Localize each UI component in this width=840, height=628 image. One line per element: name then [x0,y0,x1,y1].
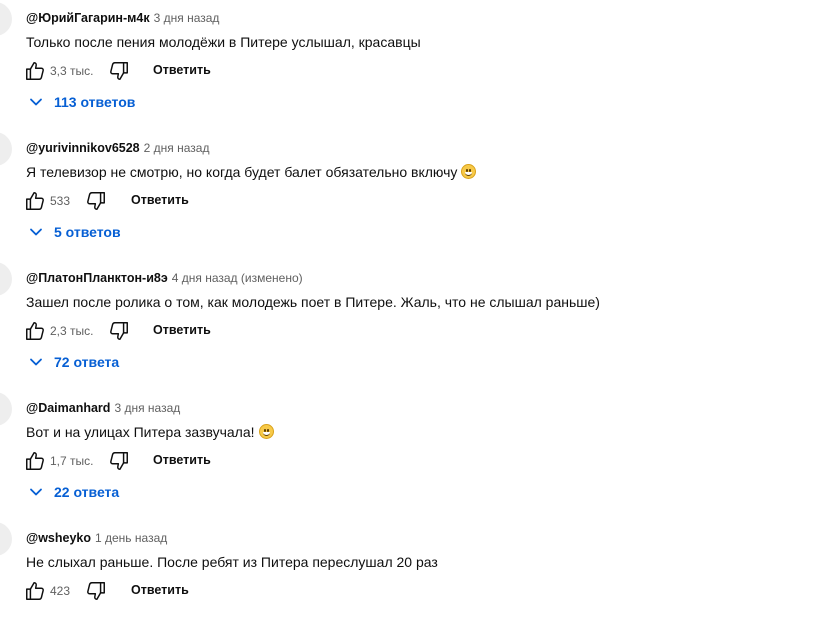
comment-text: Вот и на улицах Питера зазвучала! [26,423,274,441]
view-replies-button[interactable]: 113 ответов [28,94,135,114]
chevron-down-icon [28,94,44,110]
replies-count-label: 72 ответа [54,354,120,370]
comment-thread: @yurivinnikov6528 2 дня назад Я телевизор … [0,120,840,250]
comment-header: @ЮрийГагарин-м4к 3 дня назад [26,10,219,26]
comment-actions: 423 Ответить [24,580,224,602]
like-count: 2,3 тыс. [50,324,94,338]
thumbs-up-icon[interactable] [24,580,46,602]
reply-button[interactable]: Ответить [153,63,211,77]
comment-timestamp[interactable]: 2 дня назад [144,141,210,155]
reply-button[interactable]: Ответить [153,323,211,337]
comment-actions: 533 Ответить [24,190,224,212]
comment-author[interactable]: @ПлатонПланктон-и8э [26,271,168,285]
comment-author[interactable]: @yurivinnikov6528 [26,141,140,155]
comment-thread: @ЮрийГагарин-м4к 3 дня назад Только после … [0,0,840,120]
view-replies-button[interactable]: 5 ответов [28,224,121,244]
comment-header: @wsheyko 1 день назад [26,530,167,546]
comment-text-content: Вот и на улицах Питера зазвучала! [26,424,255,440]
comment-text-content: Только после пения молодёжи в Питере усл… [26,34,421,50]
grinning-face-icon [258,424,274,439]
thumbs-down-icon[interactable] [85,190,107,212]
thumbs-down-icon[interactable] [108,450,130,472]
comment-text-content: Не слыхал раньше. После ребят из Питера … [26,554,438,570]
comment-author[interactable]: @ЮрийГагарин-м4к [26,11,150,25]
comment-thread: @wsheyko 1 день назад Не слыхал раньше. По… [0,510,840,628]
comments-section: @ЮрийГагарин-м4к 3 дня назад Только после … [0,0,840,628]
replies-count-label: 22 ответа [54,484,120,500]
comment-header: @Daimanhard 3 дня назад [26,400,180,416]
like-count: 3,3 тыс. [50,64,94,78]
comment-thread: @ПлатонПланктон-и8э 4 дня назад (изменено… [0,250,840,380]
thumbs-up-icon[interactable] [24,190,46,212]
comment-header: @ПлатонПланктон-и8э 4 дня назад (изменено… [26,270,303,286]
thumbs-up-icon[interactable] [24,450,46,472]
thumbs-down-icon[interactable] [108,320,130,342]
chevron-down-icon [28,484,44,500]
comment-text: Я телевизор не смотрю, но когда будет ба… [26,163,477,181]
view-replies-button[interactable]: 22 ответа [28,484,119,504]
comment-text-content: Я телевизор не смотрю, но когда будет ба… [26,164,458,180]
comment-author[interactable]: @wsheyko [26,531,91,545]
comment-text-content: Зашел после ролика о том, как молодежь п… [26,294,600,310]
replies-count-label: 5 ответов [54,224,121,240]
avatar[interactable] [0,262,12,296]
avatar[interactable] [0,2,12,36]
comment-timestamp[interactable]: 3 дня назад [114,401,180,415]
thumbs-down-icon[interactable] [85,580,107,602]
avatar[interactable] [0,132,12,166]
replies-count-label: 113 ответов [54,94,136,110]
comment-actions: 3,3 тыс. Ответить [24,60,224,82]
reply-button[interactable]: Ответить [131,193,189,207]
chevron-down-icon [28,224,44,240]
view-replies-button[interactable]: 72 ответа [28,354,119,374]
like-count: 533 [50,194,71,208]
comment-text: Только после пения молодёжи в Питере усл… [26,33,421,51]
comment-timestamp[interactable]: 1 день назад [95,531,167,545]
like-count: 423 [50,584,71,598]
chevron-down-icon [28,354,44,370]
comment-header: @yurivinnikov6528 2 дня назад [26,140,209,156]
reply-button[interactable]: Ответить [131,583,189,597]
comment-actions: 2,3 тыс. Ответить [24,320,224,342]
thumbs-up-icon[interactable] [24,60,46,82]
comment-text: Зашел после ролика о том, как молодежь п… [26,293,600,311]
comment-timestamp[interactable]: 3 дня назад [154,11,220,25]
comment-author[interactable]: @Daimanhard [26,401,110,415]
comment-thread: @Daimanhard 3 дня назад Вот и на улицах Пи… [0,380,840,510]
thumbs-up-icon[interactable] [24,320,46,342]
reply-button[interactable]: Ответить [153,453,211,467]
thumbs-down-icon[interactable] [108,60,130,82]
like-count: 1,7 тыс. [50,454,94,468]
comment-actions: 1,7 тыс. Ответить [24,450,224,472]
comment-text: Не слыхал раньше. После ребят из Питера … [26,553,438,571]
comment-timestamp[interactable]: 4 дня назад (изменено) [172,271,303,285]
grinning-face-icon [461,164,477,179]
avatar[interactable] [0,392,12,426]
avatar[interactable] [0,522,12,556]
